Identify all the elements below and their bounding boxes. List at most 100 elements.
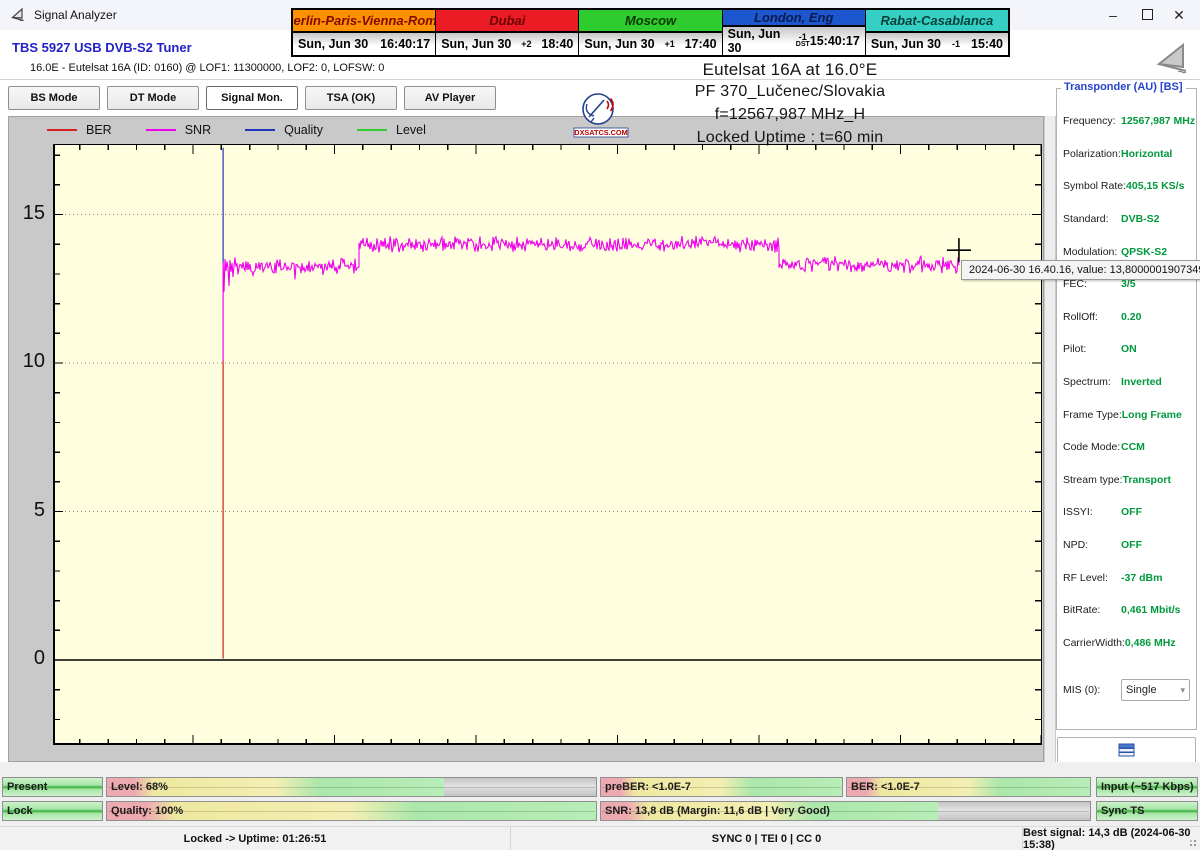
maximize-button[interactable]	[1130, 0, 1164, 30]
mis-select[interactable]: Single ▾	[1121, 679, 1190, 701]
clock-time: Sun, Jun 30-1DST15:40:17	[723, 27, 865, 55]
clock-city: Berlin-Paris-Vienna-Roma	[293, 10, 435, 33]
legend-label: Level	[396, 123, 426, 137]
legend-label: Quality	[284, 123, 323, 137]
indicator-label: Level: 68%	[111, 781, 168, 793]
chart-legend: BER SNR Quality Level	[47, 123, 426, 137]
close-button[interactable]: ✕	[1162, 0, 1196, 30]
indicator-label: Lock	[7, 805, 33, 817]
transponder-value: 0,461 Mbit/s	[1121, 604, 1181, 616]
clock-time: Sun, Jun 30 16:40:17	[293, 33, 435, 55]
transponder-value: Long Frame	[1122, 409, 1182, 421]
clock-time: Sun, Jun 30+117:40	[579, 33, 721, 55]
indicator-bar-ber: BER: <1.0E-7	[846, 777, 1091, 797]
clock-4: Rabat-CasablancaSun, Jun 30-115:40	[865, 10, 1008, 55]
transponder-row-issyi-: ISSYI:OFF	[1063, 496, 1194, 529]
y-axis-label-15: 15	[15, 202, 45, 225]
resize-grip[interactable]	[1186, 836, 1196, 846]
statusbar-best-signal: Best signal: 14,3 dB (2024-06-30 15:38)	[1023, 827, 1200, 850]
mode-button-tsa-ok-[interactable]: TSA (OK)	[305, 86, 397, 110]
transponder-panel-title: Transponder (AU) [BS]	[1061, 81, 1186, 93]
mode-button-dt-mode[interactable]: DT Mode	[107, 86, 199, 110]
transponder-row-spectrum-: Spectrum:Inverted	[1063, 366, 1194, 399]
clock-0: Berlin-Paris-Vienna-Roma Sun, Jun 30 16:40…	[293, 10, 435, 55]
transponder-label: Standard:	[1063, 213, 1121, 225]
signal-chart[interactable]	[53, 144, 1042, 745]
indicator-bar-present: Present	[2, 777, 103, 797]
indicator-label: Present	[7, 781, 47, 793]
clock-time: Sun, Jun 30+218:40	[436, 33, 578, 55]
window-title: Signal Analyzer	[34, 8, 117, 22]
clock-date: Sun, Jun 30	[298, 37, 368, 51]
statusbar: Locked -> Uptime: 01:26:51 SYNC 0 | TEI …	[0, 826, 1200, 850]
legend-swatch	[146, 129, 176, 131]
transponder-label: RF Level:	[1063, 572, 1121, 584]
transponder-row-carrierwidth-: CarrierWidth:0,486 MHz	[1063, 627, 1194, 660]
clock-date: Sun, Jun 30	[441, 37, 511, 51]
transponder-label: Modulation:	[1063, 246, 1121, 258]
transponder-value: CCM	[1121, 441, 1145, 453]
panel-splitter[interactable]	[1044, 116, 1056, 762]
logo-text: DXSATCS.COM	[574, 128, 627, 137]
mode-button-av-player[interactable]: AV Player	[404, 86, 496, 110]
transponder-row-symbol-rate-: Symbol Rate:405,15 KS/s	[1063, 170, 1194, 203]
statusbar-sync: SYNC 0 | TEI 0 | CC 0	[511, 827, 1023, 850]
transponder-value: Horizontal	[1121, 148, 1172, 160]
transponder-value: 405,15 KS/s	[1126, 180, 1184, 192]
indicator-label: SNR: 13,8 dB (Margin: 11,6 dB | Very Goo…	[605, 805, 830, 817]
transponder-rows: Frequency:12567,987 MHzPolarization:Hori…	[1063, 105, 1194, 659]
mis-label: MIS (0):	[1063, 684, 1121, 696]
transponder-value: QPSK-S2	[1121, 246, 1167, 258]
clock-1: DubaiSun, Jun 30+218:40	[435, 10, 578, 55]
indicator-bar-snr: SNR: 13,8 dB (Margin: 11,6 dB | Very Goo…	[600, 801, 1091, 821]
statusbar-uptime: Locked -> Uptime: 01:26:51	[0, 827, 511, 850]
indicator-label: Quality: 100%	[111, 805, 183, 817]
mode-button-bs-mode[interactable]: BS Mode	[8, 86, 100, 110]
transponder-label: Frame Type:	[1063, 409, 1122, 421]
signal-chart-plot[interactable]	[53, 144, 1042, 750]
world-clocks: Berlin-Paris-Vienna-Roma Sun, Jun 30 16:40…	[291, 8, 1010, 57]
legend-label: BER	[86, 123, 112, 137]
clock-value: 17:40	[685, 37, 717, 51]
transponder-label: BitRate:	[1063, 604, 1121, 616]
transponder-row-bitrate-: BitRate:0,461 Mbit/s	[1063, 594, 1194, 627]
transponder-label: Code Mode:	[1063, 441, 1121, 453]
transponder-value: 0.20	[1121, 311, 1141, 323]
transponder-label: Stream type:	[1063, 474, 1123, 486]
transponder-label: CarrierWidth:	[1063, 637, 1125, 649]
transponder-value: -37 dBm	[1121, 572, 1162, 584]
clock-city: Rabat-Casablanca	[866, 10, 1008, 33]
legend-item-level: Level	[357, 123, 426, 137]
legend-label: SNR	[185, 123, 211, 137]
transponder-label: RollOff:	[1063, 311, 1121, 323]
tuner-name: TBS 5927 USB DVB-S2 Tuner	[12, 40, 192, 55]
indicator-bar-level: Level: 68%	[106, 777, 597, 797]
transponder-label: Spectrum:	[1063, 376, 1121, 388]
legend-swatch	[47, 129, 77, 131]
signal-indicators: PresentLevel: 68%preBER: <1.0E-7BER: <1.…	[0, 762, 1200, 827]
indicator-label: Input (~517 Kbps)	[1101, 781, 1194, 793]
transponder-row-code-mode-: Code Mode:CCM	[1063, 431, 1194, 464]
transponder-panel: Transponder (AU) [BS] Frequency:12567,98…	[1056, 88, 1197, 730]
mode-button-signal-mon-[interactable]: Signal Mon.	[206, 86, 298, 110]
transponder-label: NPD:	[1063, 539, 1121, 551]
clock-value: 16:40:17	[380, 37, 430, 51]
clock-3: London, EngSun, Jun 30-1DST15:40:17	[722, 10, 865, 55]
satellite-dish-icon	[1152, 38, 1192, 81]
mode-buttons: BS Mode DT Mode Signal Mon. TSA (OK) AV Play…	[8, 86, 496, 110]
app-satellite-dish-icon	[10, 7, 26, 28]
clock-utc-offset: -1DST	[796, 33, 810, 49]
clock-value: 15:40:17	[810, 34, 860, 48]
clock-value: 18:40	[541, 37, 573, 51]
y-axis-label-0: 0	[15, 647, 45, 670]
transponder-row-npd-: NPD:OFF	[1063, 529, 1194, 562]
mis-row: MIS (0): Single ▾	[1063, 679, 1190, 701]
clock-2: MoscowSun, Jun 30+117:40	[578, 10, 721, 55]
list-icon	[1118, 743, 1135, 762]
minimize-button[interactable]: –	[1096, 0, 1130, 30]
transponder-label: FEC:	[1063, 278, 1121, 290]
clock-city: Moscow	[579, 10, 721, 33]
transponder-value: ON	[1121, 343, 1137, 355]
signal-analyzer-window: Signal Analyzer – ✕ Berlin-Paris-Vienna-…	[0, 0, 1200, 850]
transponder-value: Transport	[1123, 474, 1171, 486]
